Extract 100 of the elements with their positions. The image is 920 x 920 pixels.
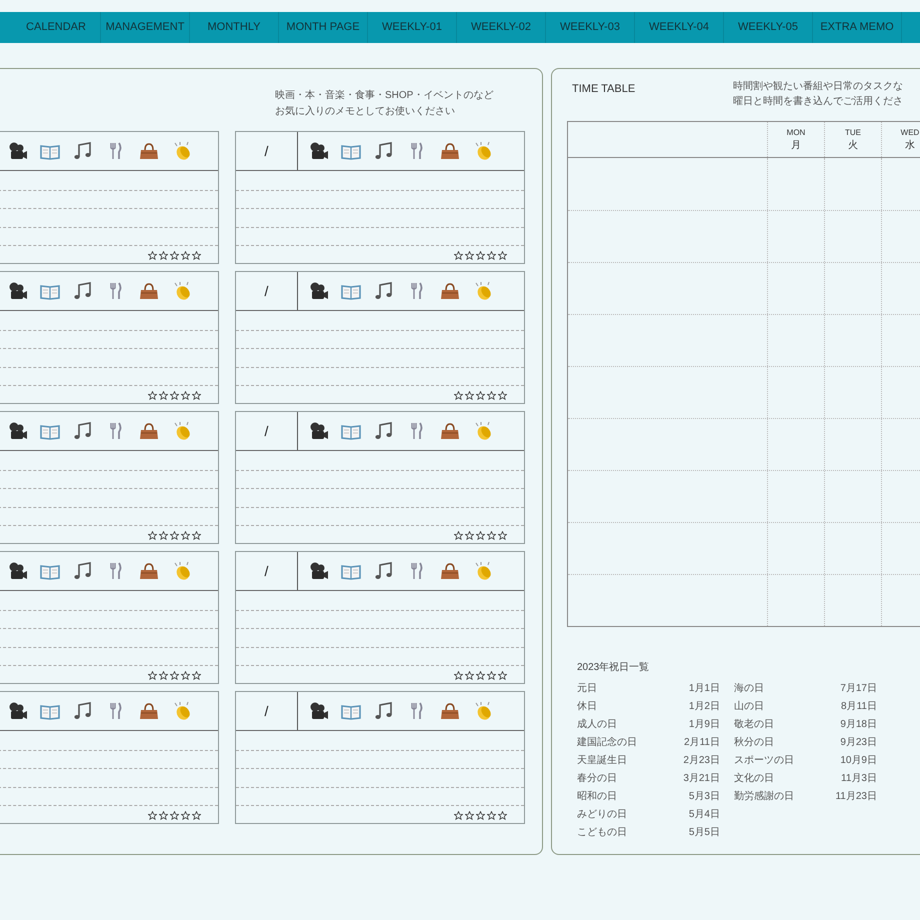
tab[interactable]: CALENDAR [12,12,101,43]
star-icon[interactable] [148,671,157,680]
holiday-name: 秋分の日 [734,736,774,750]
star-icon[interactable] [170,391,179,400]
star-icon[interactable] [181,811,190,820]
star-icon[interactable] [454,811,463,820]
date-field[interactable]: / [236,412,298,450]
star-icon[interactable] [159,251,168,260]
date-field[interactable]: / [236,692,298,730]
star-icon[interactable] [465,251,474,260]
day-label: 水 [905,140,915,150]
music-notes-icon[interactable] [373,420,395,442]
star-icon[interactable] [181,671,190,680]
star-icon[interactable] [476,251,485,260]
star-icon[interactable] [170,811,179,820]
music-notes-icon[interactable] [72,700,94,722]
star-icon[interactable] [192,531,201,540]
music-notes-icon[interactable] [373,560,395,582]
day-label: MON [786,128,806,136]
day-label: TUE [845,128,861,136]
star-icon[interactable] [170,671,179,680]
holiday-name: 春分の日 [577,772,617,786]
star-icon[interactable] [159,811,168,820]
music-notes-icon[interactable] [72,140,94,162]
tab[interactable]: WEEKLY-05 [724,12,813,43]
music-notes-icon[interactable] [72,560,94,582]
holiday-date: 1月9日 [688,718,720,732]
star-icon[interactable] [476,391,485,400]
tab[interactable]: MONTH PAGE [279,12,368,43]
star-icon[interactable] [192,251,201,260]
star-icon[interactable] [148,531,157,540]
star-icon[interactable] [159,671,168,680]
tab[interactable]: WEEKLY-04 [635,12,724,43]
holiday-name: 天皇誕生日 [577,754,627,768]
star-icon[interactable] [487,391,496,400]
star-icon[interactable] [170,251,179,260]
star-icon[interactable] [498,251,507,260]
holiday-date: 2月23日 [683,754,720,768]
star-icon[interactable] [192,671,201,680]
memo-note: お気に入りのメモとしてお使いください [275,105,456,118]
star-icon[interactable] [192,391,201,400]
star-icon[interactable] [159,531,168,540]
star-icon[interactable] [465,531,474,540]
star-icon[interactable] [498,811,507,820]
date-field[interactable]: / [236,272,298,310]
star-icon[interactable] [498,391,507,400]
star-icon[interactable] [192,811,201,820]
holiday-name: 勤労感謝の日 [734,790,794,804]
star-icon[interactable] [487,811,496,820]
star-icon[interactable] [148,251,157,260]
tab[interactable]: MONTHLY [190,12,279,43]
star-icon[interactable] [454,531,463,540]
holiday-date: 8月11日 [841,700,877,714]
tab[interactable]: MANAGEMENT [101,12,190,43]
star-icon[interactable] [181,391,190,400]
star-icon[interactable] [498,671,507,680]
holiday-date: 5月4日 [688,808,720,822]
timetable-title: TIME TABLE [572,82,636,97]
music-notes-icon[interactable] [72,420,94,442]
star-icon[interactable] [465,671,474,680]
star-icon[interactable] [476,811,485,820]
tab[interactable]: EXTRA MEMO [813,12,902,43]
star-icon[interactable] [454,391,463,400]
tab[interactable]: WEEKLY-01 [368,12,457,43]
star-icon[interactable] [476,531,485,540]
tab[interactable]: WEEKLY-02 [457,12,546,43]
tab[interactable]: WEEKLY-03 [546,12,635,43]
holiday-name: 成人の日 [577,718,617,732]
music-notes-icon[interactable] [373,700,395,722]
star-icon[interactable] [465,811,474,820]
star-icon[interactable] [498,531,507,540]
timetable-note: 時間割や観たい番組や日常のタスクな [733,80,903,93]
holiday-date: 11月3日 [841,772,877,786]
star-icon[interactable] [159,391,168,400]
star-icon[interactable] [465,391,474,400]
holiday-name: 建国記念の日 [577,736,637,750]
holiday-date: 10月9日 [840,754,877,768]
music-notes-icon[interactable] [373,280,395,302]
holiday-title: 2023年祝日一覧 [577,660,650,675]
star-icon[interactable] [148,811,157,820]
star-icon[interactable] [454,251,463,260]
star-icon[interactable] [476,671,485,680]
music-notes-icon[interactable] [373,140,395,162]
star-icon[interactable] [148,391,157,400]
star-icon[interactable] [454,671,463,680]
star-icon[interactable] [181,251,190,260]
star-icon[interactable] [487,251,496,260]
holiday-date: 9月23日 [840,736,877,750]
date-field[interactable]: / [236,132,298,170]
holiday-name: こどもの日 [577,826,627,840]
star-icon[interactable] [487,671,496,680]
date-field[interactable]: / [236,552,298,590]
holiday-date: 3月21日 [683,772,720,786]
holiday-name: 山の日 [734,700,764,714]
holiday-date: 5月3日 [688,790,720,804]
star-icon[interactable] [487,531,496,540]
star-icon[interactable] [181,531,190,540]
music-notes-icon[interactable] [72,280,94,302]
day-label: 月 [791,140,801,150]
star-icon[interactable] [170,531,179,540]
